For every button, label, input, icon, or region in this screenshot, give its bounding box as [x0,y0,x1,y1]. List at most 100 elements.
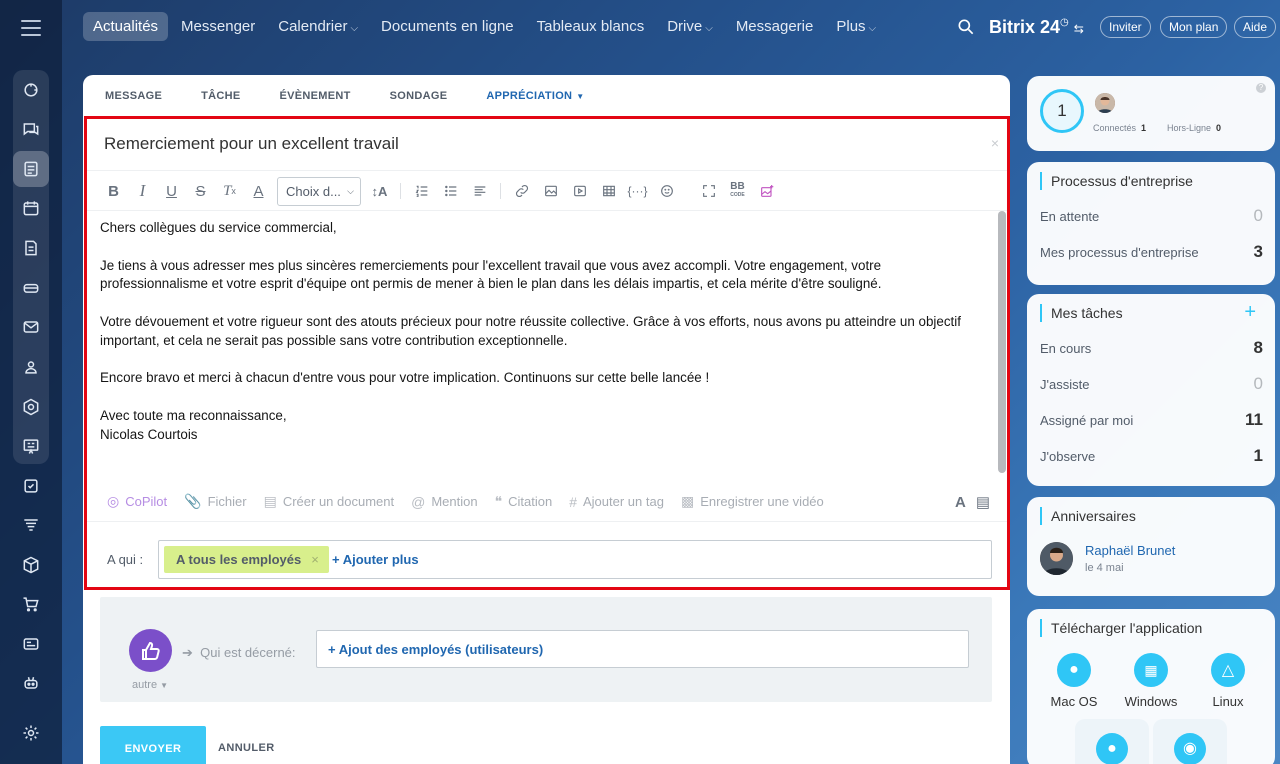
quote-button[interactable]: ❝ Citation [495,493,553,510]
rail-home-icon[interactable] [13,72,49,108]
tab-3[interactable]: SONDAGE [390,90,448,102]
hamburger-menu-icon[interactable] [19,18,43,38]
rail-robot-icon[interactable] [13,665,49,701]
android-app-tile[interactable]: ◉ [1153,719,1227,764]
online-count-ring[interactable]: 1 [1040,89,1084,133]
text-format-icon[interactable]: A [955,494,966,511]
add-task-icon[interactable]: + [1244,302,1256,322]
birthday-person-name[interactable]: Raphaël Brunet [1085,543,1175,558]
nav-item-documents-en-ligne[interactable]: Documents en ligne [371,12,524,41]
rail-filter-icon[interactable] [13,507,49,543]
download-linux[interactable]: △ Linux [1193,653,1263,709]
nav-item-calendrier[interactable]: Calendrier ⌵ [268,12,368,41]
tab-2[interactable]: ÉVÈNEMENT [280,90,351,102]
rail-tasks-icon[interactable] [13,468,49,504]
video-icon[interactable] [565,178,594,204]
close-icon[interactable]: × [991,135,999,151]
list-item[interactable]: En cours 8 [1040,338,1263,358]
list-item[interactable]: Assigné par moi 11 [1040,410,1263,430]
remove-tag-icon[interactable]: × [311,552,319,567]
bbcode-icon[interactable]: BB CODE [723,178,752,204]
align-icon[interactable] [465,178,494,204]
rail-document-icon[interactable] [13,230,49,266]
invite-button[interactable]: Inviter [1100,16,1151,38]
add-recipients-link[interactable]: + Ajouter plus [332,552,419,567]
cancel-button[interactable]: ANNULER [218,742,275,754]
rail-contacts-icon[interactable] [13,349,49,385]
nav-item-tableaux-blancs[interactable]: Tableaux blancs [527,12,655,41]
rail-drive-icon[interactable] [13,270,49,306]
rail-settings-icon[interactable] [13,715,49,751]
link-icon[interactable] [507,178,536,204]
rail-mail-icon[interactable] [13,309,49,345]
recipients-field[interactable]: A tous les employés × + Ajouter plus [158,540,992,579]
add-tag-button[interactable]: # Ajouter un tag [569,494,664,510]
italic-button[interactable]: I [128,178,157,204]
thumbs-up-icon[interactable] [129,629,172,672]
help-icon[interactable]: ? [1256,83,1266,93]
tab-4[interactable]: APPRÉCIATION ▼ [486,90,584,102]
editor-scrollbar[interactable] [998,211,1006,473]
birthdays-title[interactable]: Anniversaires [1040,507,1136,525]
rail-card-icon[interactable] [13,626,49,662]
nav-item-messagerie[interactable]: Messagerie [726,12,824,41]
strikethrough-button[interactable]: S [186,178,215,204]
underline-button[interactable]: U [157,178,186,204]
list-item[interactable]: Mes processus d'entreprise 3 [1040,242,1263,262]
message-body[interactable]: Chers collègues du service commercial, J… [100,219,990,445]
tab-1[interactable]: TÂCHE [201,90,240,102]
copilot-button[interactable]: ◎ CoPilot [107,493,167,510]
avatar[interactable] [1040,542,1073,575]
font-select[interactable]: Choix d... ⌵ [277,176,361,206]
nav-item-plus[interactable]: Plus ⌵ [826,12,886,41]
list-item[interactable]: J'observe 1 [1040,446,1263,466]
panel-icon[interactable]: ▤ [976,493,990,511]
rail-board-icon[interactable] [13,428,49,464]
image-icon[interactable] [536,178,565,204]
bullet-list-icon[interactable] [436,178,465,204]
file-button[interactable]: 📎 Fichier [184,493,246,510]
code-icon[interactable]: {···} [623,178,652,204]
emoji-icon[interactable] [652,178,681,204]
rail-feed-icon[interactable] [13,151,49,187]
download-windows[interactable]: ▦ Windows [1116,653,1186,709]
text-color-button[interactable]: A [244,178,273,204]
rail-hexagon-icon[interactable] [13,389,49,425]
ai-image-icon[interactable] [752,178,781,204]
rail-calendar-icon[interactable] [13,190,49,226]
numbered-list-icon[interactable] [407,178,436,204]
award-type-select[interactable]: autre ▼ [132,679,168,691]
avatar[interactable] [1095,93,1115,113]
clear-format-icon[interactable]: Tx [215,178,244,204]
nav-item-drive[interactable]: Drive ⌵ [657,12,723,41]
font-size-icon[interactable]: ↕A [365,178,394,204]
send-button[interactable]: ENVOYER [100,726,206,764]
recipient-tag[interactable]: A tous les employés × [164,546,329,573]
list-item[interactable]: En attente 0 [1040,206,1263,226]
my-plan-button[interactable]: Mon plan [1160,16,1228,38]
list-item[interactable]: J'assiste 0 [1040,374,1263,394]
rail-cart-icon[interactable] [13,586,49,622]
brand-logo[interactable]: Bitrix 24◷ ⇆ [989,17,1084,38]
tab-0[interactable]: MESSAGE [105,90,162,102]
my-tasks-title[interactable]: Mes tâches [1040,304,1123,322]
rail-chat-icon[interactable] [13,111,49,147]
table-icon[interactable] [594,178,623,204]
business-process-title[interactable]: Processus d'entreprise [1040,172,1193,190]
mention-button[interactable]: @ Mention [411,494,477,510]
add-employees-link[interactable]: + Ajout des employés (utilisateurs) [328,642,543,657]
awarded-employees-field[interactable]: + Ajout des employés (utilisateurs) [316,630,969,668]
download-macos[interactable]: ● Mac OS [1039,653,1109,709]
subject-field[interactable]: Remerciement pour un excellent travail [104,134,399,154]
download-app-title[interactable]: Télécharger l'application [1040,619,1202,637]
rail-box-icon[interactable] [13,547,49,583]
fullscreen-icon[interactable] [694,178,723,204]
nav-item-messenger[interactable]: Messenger [171,12,265,41]
nav-item-actualit-s[interactable]: Actualités [83,12,169,41]
record-video-button[interactable]: ▩ Enregistrer une vidéo [681,493,824,510]
ios-app-tile[interactable]: ● [1075,719,1149,764]
create-document-button[interactable]: ▤ Créer un document [264,493,395,510]
search-icon[interactable] [956,17,976,37]
bold-button[interactable]: B [99,178,128,204]
help-button[interactable]: Aide [1234,16,1277,38]
